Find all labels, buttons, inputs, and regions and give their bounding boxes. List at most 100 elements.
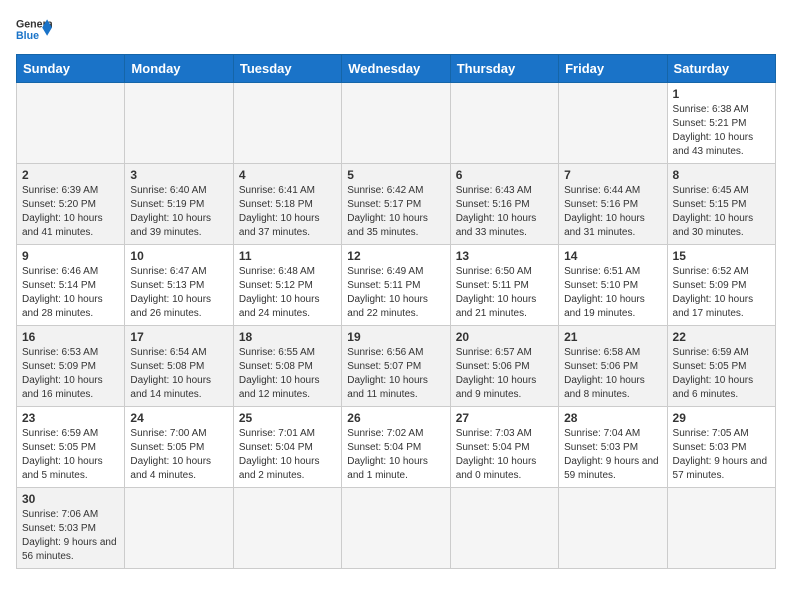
day-info: Sunrise: 6:57 AM Sunset: 5:06 PM Dayligh… [456,346,553,402]
day-number: 1 [673,87,770,101]
day-info: Sunrise: 6:39 AM Sunset: 5:20 PM Dayligh… [22,184,119,240]
day-info: Sunrise: 6:48 AM Sunset: 5:12 PM Dayligh… [239,265,336,321]
calendar-cell: 28 Sunrise: 7:04 AM Sunset: 5:03 PM Dayli… [559,407,667,488]
day-info: Sunrise: 7:00 AM Sunset: 5:05 PM Dayligh… [130,427,227,483]
calendar-cell: 7 Sunrise: 6:44 AM Sunset: 5:16 PM Daylig… [559,164,667,245]
calendar-cell [17,83,125,164]
day-number: 26 [347,411,444,425]
calendar-cell: 30Sunrise: 7:06 AM Sunset: 5:03 PM Dayli… [17,488,125,569]
calendar-cell: 11 Sunrise: 6:48 AM Sunset: 5:12 PM Dayli… [233,245,341,326]
day-info: Sunrise: 7:01 AM Sunset: 5:04 PM Dayligh… [239,427,336,483]
day-number: 10 [130,249,227,263]
calendar-cell: 22 Sunrise: 6:59 AM Sunset: 5:05 PM Dayli… [667,326,775,407]
day-number: 20 [456,330,553,344]
calendar-cell: 19 Sunrise: 6:56 AM Sunset: 5:07 PM Dayli… [342,326,450,407]
calendar-cell: 8 Sunrise: 6:45 AM Sunset: 5:15 PM Daylig… [667,164,775,245]
calendar-cell: 1Sunrise: 6:38 AM Sunset: 5:21 PM Daylig… [667,83,775,164]
calendar-cell: 26 Sunrise: 7:02 AM Sunset: 5:04 PM Dayli… [342,407,450,488]
day-info: Sunrise: 6:41 AM Sunset: 5:18 PM Dayligh… [239,184,336,240]
calendar-cell: 18 Sunrise: 6:55 AM Sunset: 5:08 PM Dayli… [233,326,341,407]
day-number: 8 [673,168,770,182]
day-info: Sunrise: 7:04 AM Sunset: 5:03 PM Dayligh… [564,427,661,483]
day-number: 16 [22,330,119,344]
calendar-cell: 23Sunrise: 6:59 AM Sunset: 5:05 PM Dayli… [17,407,125,488]
calendar-cell: 9 Sunrise: 6:46 AM Sunset: 5:14 PM Daylig… [17,245,125,326]
day-number: 14 [564,249,661,263]
day-info: Sunrise: 6:54 AM Sunset: 5:08 PM Dayligh… [130,346,227,402]
calendar-cell: 27 Sunrise: 7:03 AM Sunset: 5:04 PM Dayli… [450,407,558,488]
day-info: Sunrise: 7:03 AM Sunset: 5:04 PM Dayligh… [456,427,553,483]
calendar-cell: 24Sunrise: 7:00 AM Sunset: 5:05 PM Dayli… [125,407,233,488]
day-number: 28 [564,411,661,425]
col-header-saturday: Saturday [667,55,775,83]
day-number: 22 [673,330,770,344]
calendar-cell [233,488,341,569]
day-info: Sunrise: 6:40 AM Sunset: 5:19 PM Dayligh… [130,184,227,240]
calendar-cell [450,488,558,569]
day-info: Sunrise: 7:05 AM Sunset: 5:03 PM Dayligh… [673,427,770,483]
svg-text:Blue: Blue [16,30,39,42]
day-info: Sunrise: 7:06 AM Sunset: 5:03 PM Dayligh… [22,508,119,564]
calendar-week-row: 9 Sunrise: 6:46 AM Sunset: 5:14 PM Daylig… [17,245,776,326]
day-info: Sunrise: 6:56 AM Sunset: 5:07 PM Dayligh… [347,346,444,402]
day-info: Sunrise: 6:59 AM Sunset: 5:05 PM Dayligh… [22,427,119,483]
day-info: Sunrise: 6:51 AM Sunset: 5:10 PM Dayligh… [564,265,661,321]
day-info: Sunrise: 6:49 AM Sunset: 5:11 PM Dayligh… [347,265,444,321]
calendar-cell [125,83,233,164]
day-info: Sunrise: 6:47 AM Sunset: 5:13 PM Dayligh… [130,265,227,321]
calendar-cell [233,83,341,164]
day-info: Sunrise: 7:02 AM Sunset: 5:04 PM Dayligh… [347,427,444,483]
calendar-cell: 16Sunrise: 6:53 AM Sunset: 5:09 PM Dayli… [17,326,125,407]
day-number: 12 [347,249,444,263]
logo: General Blue [16,16,52,44]
calendar-cell: 20 Sunrise: 6:57 AM Sunset: 5:06 PM Dayli… [450,326,558,407]
day-info: Sunrise: 6:55 AM Sunset: 5:08 PM Dayligh… [239,346,336,402]
col-header-monday: Monday [125,55,233,83]
day-info: Sunrise: 6:58 AM Sunset: 5:06 PM Dayligh… [564,346,661,402]
day-number: 11 [239,249,336,263]
day-info: Sunrise: 6:43 AM Sunset: 5:16 PM Dayligh… [456,184,553,240]
calendar-cell: 6Sunrise: 6:43 AM Sunset: 5:16 PM Daylig… [450,164,558,245]
day-number: 3 [130,168,227,182]
day-info: Sunrise: 6:52 AM Sunset: 5:09 PM Dayligh… [673,265,770,321]
day-number: 9 [22,249,119,263]
calendar-cell: 12 Sunrise: 6:49 AM Sunset: 5:11 PM Dayli… [342,245,450,326]
calendar-cell: 5Sunrise: 6:42 AM Sunset: 5:17 PM Daylig… [342,164,450,245]
day-info: Sunrise: 6:46 AM Sunset: 5:14 PM Dayligh… [22,265,119,321]
calendar-cell: 21Sunrise: 6:58 AM Sunset: 5:06 PM Dayli… [559,326,667,407]
calendar-cell: 25 Sunrise: 7:01 AM Sunset: 5:04 PM Dayli… [233,407,341,488]
day-info: Sunrise: 6:45 AM Sunset: 5:15 PM Dayligh… [673,184,770,240]
calendar-cell: 17 Sunrise: 6:54 AM Sunset: 5:08 PM Dayli… [125,326,233,407]
day-number: 15 [673,249,770,263]
col-header-friday: Friday [559,55,667,83]
day-number: 25 [239,411,336,425]
calendar-cell: 2Sunrise: 6:39 AM Sunset: 5:20 PM Daylig… [17,164,125,245]
calendar-cell: 29Sunrise: 7:05 AM Sunset: 5:03 PM Dayli… [667,407,775,488]
calendar-header-row: SundayMondayTuesdayWednesdayThursdayFrid… [17,55,776,83]
calendar-cell [667,488,775,569]
day-number: 18 [239,330,336,344]
calendar-cell: 10 Sunrise: 6:47 AM Sunset: 5:13 PM Dayli… [125,245,233,326]
day-info: Sunrise: 6:59 AM Sunset: 5:05 PM Dayligh… [673,346,770,402]
col-header-wednesday: Wednesday [342,55,450,83]
calendar-cell [559,488,667,569]
col-header-thursday: Thursday [450,55,558,83]
generalblue-logo-icon: General Blue [16,16,52,44]
day-number: 19 [347,330,444,344]
calendar-week-row: 30Sunrise: 7:06 AM Sunset: 5:03 PM Dayli… [17,488,776,569]
calendar-week-row: 23Sunrise: 6:59 AM Sunset: 5:05 PM Dayli… [17,407,776,488]
calendar-cell [125,488,233,569]
day-number: 7 [564,168,661,182]
calendar-cell: 13Sunrise: 6:50 AM Sunset: 5:11 PM Dayli… [450,245,558,326]
calendar-cell [342,83,450,164]
day-number: 27 [456,411,553,425]
calendar-cell: 14 Sunrise: 6:51 AM Sunset: 5:10 PM Dayli… [559,245,667,326]
calendar-week-row: 16Sunrise: 6:53 AM Sunset: 5:09 PM Dayli… [17,326,776,407]
col-header-tuesday: Tuesday [233,55,341,83]
day-number: 13 [456,249,553,263]
header: General Blue [16,16,776,44]
day-info: Sunrise: 6:44 AM Sunset: 5:16 PM Dayligh… [564,184,661,240]
calendar-cell: 4Sunrise: 6:41 AM Sunset: 5:18 PM Daylig… [233,164,341,245]
calendar-cell [450,83,558,164]
day-number: 17 [130,330,227,344]
